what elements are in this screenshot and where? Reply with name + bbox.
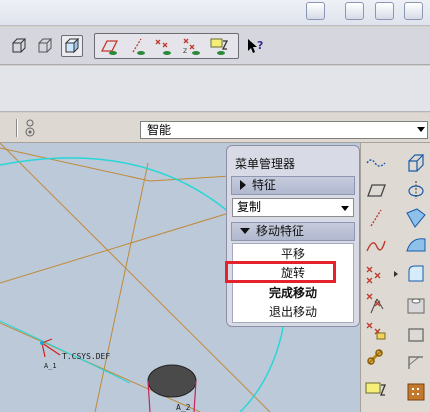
context-help-icon[interactable]: ? [244,35,266,57]
menu-item-quit-move[interactable]: 退出移动 [233,303,353,322]
window-control-button[interactable] [404,2,423,20]
revolve-tool-icon[interactable] [403,177,429,203]
annotation-icon[interactable] [363,377,389,403]
svg-text:Z: Z [183,48,187,55]
datum-point-icon[interactable] [363,261,389,287]
csys-label: T.CSYS.DEF [62,352,111,361]
rib-tool-icon[interactable] [403,349,429,375]
chevron-down-icon [341,206,349,211]
move-feature-section-label: 移动特征 [256,224,305,238]
svg-text:A_2: A_2 [176,403,191,412]
window-control-button[interactable] [375,2,394,20]
pattern-tool-icon[interactable] [403,379,429,405]
datum-axis-display-icon[interactable] [126,35,148,57]
variable-section-sweep-icon[interactable] [403,205,429,231]
datum-plane-display-icon[interactable] [98,35,120,57]
separator [16,119,18,137]
window-control-button[interactable] [306,2,325,20]
datum-plane-tool-icon[interactable] [363,151,389,177]
feature-section-label: 特征 [252,178,277,192]
title-bar [0,0,430,26]
selection-filter-dropdown[interactable]: 智能 [140,121,428,139]
move-options-list: 平移 旋转 完成移动 退出移动 [232,243,354,323]
rotate-highlight-box [225,261,336,283]
analysis-feature-icon[interactable] [363,317,389,343]
move-feature-section-header[interactable]: 移动特征 [231,222,355,241]
chain-icon[interactable] [363,345,389,371]
menu-item-done-move[interactable]: 完成移动 [233,284,353,303]
boundary-blend-icon[interactable] [403,233,429,259]
datum-point-display-icon[interactable] [152,35,174,57]
copy-dropdown-value: 复制 [237,200,262,214]
hidden-line-display-icon[interactable] [34,35,56,57]
feature-section-header[interactable]: 特征 [231,176,355,195]
toolbar: Z ? [0,27,430,65]
coordinate-system-display-icon[interactable]: Z [180,35,202,57]
selection-filter-icon [24,118,36,138]
svg-text:A_1: A_1 [44,362,57,370]
annotation-display-icon[interactable] [208,35,230,57]
wireframe-display-icon[interactable] [8,35,30,57]
copy-dropdown[interactable]: 复制 [232,198,354,217]
triangle-down-icon [240,228,250,234]
datum-axis-icon[interactable] [363,205,389,231]
round-tool-icon[interactable] [403,261,429,287]
secondary-toolbar-area [0,66,430,112]
window-control-button[interactable] [345,2,364,20]
sketched-curve-icon[interactable] [363,233,389,259]
menu-manager-title: 菜单管理器 [235,157,296,171]
right-toolbar [360,143,430,412]
shading-display-icon[interactable] [61,35,83,57]
extrude-tool-icon[interactable] [403,151,429,177]
flyout-arrow-icon[interactable] [394,271,398,277]
selection-filter-value: 智能 [147,123,172,137]
svg-text:?: ? [257,39,263,52]
chevron-down-icon [417,127,425,132]
menu-manager-panel: 菜单管理器 特征 复制 移动特征 平移 旋转 完成移动 退出移动 [226,145,360,327]
datum-plane-icon[interactable] [363,177,389,203]
hole-tool-icon[interactable] [403,293,429,319]
datum-coordinate-system-icon[interactable] [363,289,389,315]
shell-tool-icon[interactable] [403,321,429,347]
triangle-right-icon [240,180,246,190]
